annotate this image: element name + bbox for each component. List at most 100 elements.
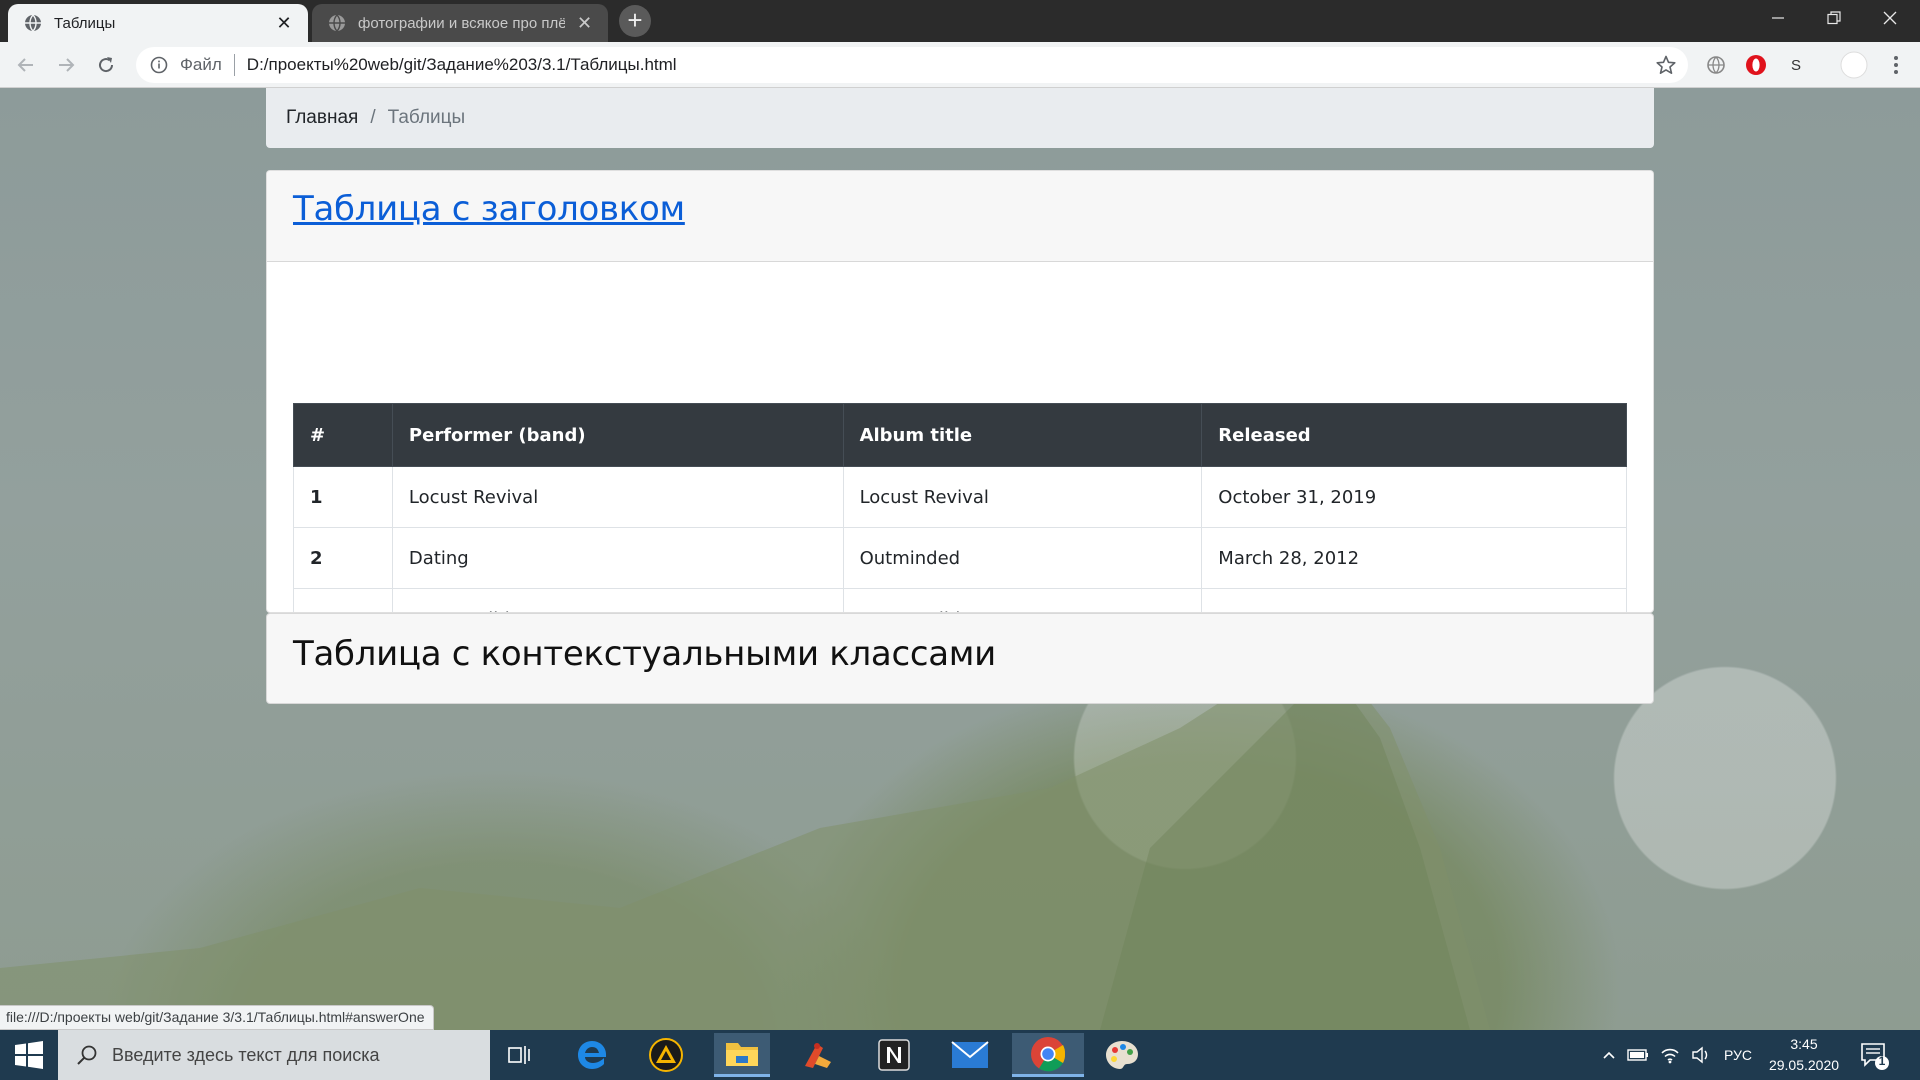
close-icon[interactable]: ✕ (272, 11, 296, 35)
avatar-icon (1840, 51, 1868, 79)
chrome-app[interactable] (1012, 1033, 1084, 1077)
url-text[interactable]: D:/проекты%20web/git/Задание%203/3.1/Таб… (247, 55, 677, 75)
close-window-button[interactable] (1862, 0, 1918, 36)
header-performer: Performer (band) (391, 403, 844, 467)
mail-app[interactable] (942, 1033, 998, 1077)
card-title: Таблица с контекстуальными классами (293, 634, 996, 674)
restore-button[interactable] (1806, 0, 1862, 36)
breadcrumb-home-link[interactable]: Главная (286, 107, 358, 129)
chevron-up-icon (1603, 1051, 1615, 1059)
edge-app[interactable] (564, 1033, 620, 1077)
edge-icon (578, 1041, 607, 1069)
released-cell: October 31, 2019 (1201, 466, 1627, 528)
archicad-icon (649, 1038, 683, 1072)
tab-title: Таблицы (54, 14, 116, 32)
menu-button[interactable] (1884, 53, 1908, 77)
folder-icon (726, 1042, 758, 1066)
album-cell: Locust Revival (842, 466, 1203, 528)
header-released: Released (1201, 403, 1627, 467)
minimize-button[interactable] (1750, 0, 1806, 36)
clock-date: 29.05.2020 (1768, 1057, 1840, 1073)
notion-icon (878, 1039, 910, 1071)
performer-cell: Dating (391, 527, 844, 589)
battery-icon (1627, 1049, 1648, 1061)
paint-app[interactable] (1094, 1033, 1150, 1077)
reload-button[interactable] (92, 51, 120, 79)
globe-icon (25, 14, 41, 32)
header-album-title: Album title (842, 403, 1203, 467)
globe-icon (329, 14, 345, 32)
start-button[interactable] (0, 1030, 58, 1080)
tab-strip: Таблицы ✕ фотографии и всякое про плён ✕… (0, 0, 1920, 42)
opera-icon (1746, 55, 1766, 75)
taskbar-search[interactable]: Введите здесь текст для поиска (58, 1030, 490, 1080)
action-center-button[interactable]: 1 (1858, 1039, 1890, 1071)
profile-avatar[interactable] (1840, 51, 1868, 79)
minimize-icon (1772, 17, 1784, 19)
released-cell: March 28, 2012 (1201, 527, 1627, 589)
header-number: # (293, 403, 393, 467)
tab-tables[interactable]: Таблицы ✕ (8, 4, 308, 42)
close-icon[interactable]: ✕ (573, 11, 596, 35)
security-label: Файл (180, 55, 222, 74)
breadcrumb-current: Таблицы (387, 107, 466, 128)
address-divider (233, 54, 235, 76)
archicad-app[interactable] (638, 1033, 694, 1077)
translate-extension[interactable] (1704, 53, 1728, 77)
task-view-button[interactable] (492, 1033, 548, 1077)
s-extension[interactable]: S (1784, 53, 1808, 77)
file-explorer-app[interactable] (714, 1033, 770, 1077)
released-cell: June 13, 2012 (1201, 588, 1627, 612)
tab-photos[interactable]: фотографии и всякое про плён ✕ (312, 4, 608, 42)
contextual-table-card: Таблица с контекстуальными классами (266, 613, 1654, 704)
network-indicator[interactable] (1656, 1030, 1684, 1080)
card-title-link[interactable]: Таблица с заголовком (293, 189, 685, 229)
page-viewport: Главная / Таблицы Таблица с заголовком #… (0, 88, 1920, 1030)
link-status-bar: file:///D:/проекты web/git/Задание 3/3.1… (0, 1005, 434, 1030)
table-row: 3 Sore Eyelids Sore Eyelids June 13, 201… (293, 588, 1627, 612)
table-card: Таблица с заголовком # Performer (band) … (266, 170, 1654, 613)
tab-title: фотографии и всякое про плён (358, 14, 566, 32)
new-tab-button[interactable]: + (619, 5, 651, 37)
album-cell: Outminded (842, 527, 1203, 589)
language-indicator[interactable]: РУС (1718, 1030, 1758, 1080)
ccleaner-app[interactable] (790, 1033, 846, 1077)
opera-extension[interactable] (1744, 53, 1768, 77)
restore-icon (1827, 11, 1841, 25)
search-icon (77, 1045, 97, 1065)
close-icon (1883, 11, 1897, 25)
info-icon (150, 56, 168, 74)
battery-indicator[interactable] (1624, 1030, 1652, 1080)
address-bar[interactable]: Файл D:/проекты%20web/git/Задание%203/3.… (136, 47, 1688, 83)
reload-icon (99, 57, 114, 73)
windows-logo-icon (15, 1041, 43, 1069)
volume-indicator[interactable] (1688, 1030, 1714, 1080)
back-button[interactable] (12, 51, 40, 79)
windows-taskbar: Введите здесь текст для поиска РУС 3:45 … (0, 1030, 1920, 1080)
card-header: Таблица с заголовком (267, 171, 1653, 262)
row-number: 3 (293, 588, 393, 612)
performer-cell: Locust Revival (391, 466, 844, 528)
forward-button[interactable] (52, 51, 80, 79)
chrome-icon (1031, 1036, 1066, 1071)
breadcrumb-divider: / (370, 107, 376, 128)
performer-cell: Sore Eyelids (391, 588, 844, 612)
bookmark-star-icon[interactable] (1656, 55, 1676, 75)
clock[interactable]: 3:45 29.05.2020 (1762, 1034, 1846, 1076)
ccleaner-icon (805, 1043, 831, 1068)
s-extension-label: S (1790, 56, 1801, 74)
more-vertical-icon (1894, 56, 1898, 74)
tray-expand-button[interactable] (1598, 1030, 1620, 1080)
notion-app[interactable] (866, 1033, 922, 1077)
table-row: 2 Dating Outminded March 28, 2012 (293, 527, 1627, 589)
row-number: 1 (293, 466, 393, 528)
speaker-icon (1692, 1046, 1708, 1064)
wifi-icon (1661, 1048, 1679, 1064)
row-number: 2 (293, 527, 393, 589)
arrow-left-icon (17, 58, 33, 72)
browser-toolbar: Файл D:/проекты%20web/git/Задание%203/3.… (0, 42, 1920, 88)
table-header-row: # Performer (band) Album title Released (293, 403, 1627, 467)
notification-count: 1 (1878, 1054, 1886, 1068)
clock-time: 3:45 (1790, 1036, 1818, 1052)
task-view-icon (508, 1046, 530, 1064)
